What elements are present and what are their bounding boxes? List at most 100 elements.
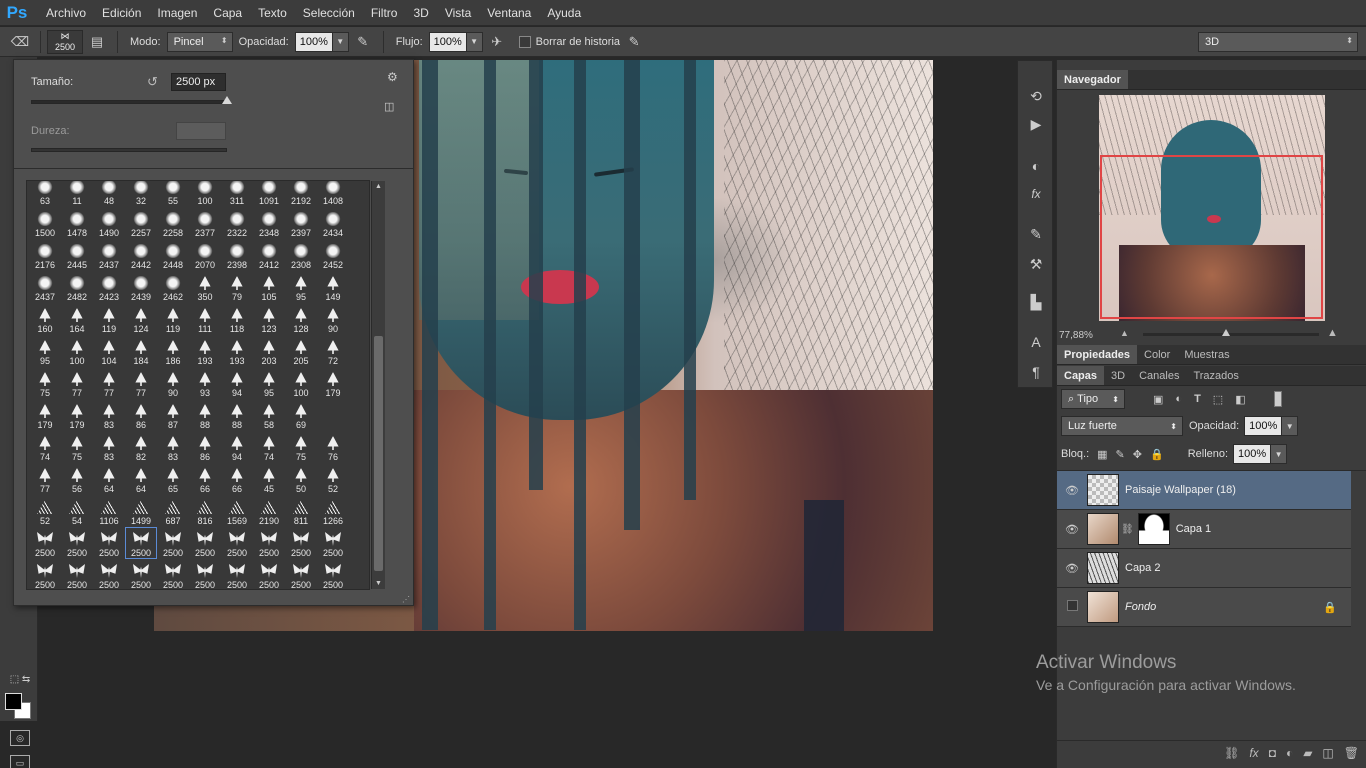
brush-preset[interactable]: 2500 xyxy=(317,527,349,559)
brush-preset[interactable]: 90 xyxy=(157,367,189,399)
menu-edicion[interactable]: Edición xyxy=(94,0,149,26)
filter-shape-icon[interactable]: ⬚ xyxy=(1213,393,1223,406)
brush-preset[interactable]: 2452 xyxy=(317,239,349,271)
brush-preset[interactable]: 74 xyxy=(29,431,61,463)
brush-preset[interactable]: 88 xyxy=(189,399,221,431)
brush-preset[interactable]: 2500 xyxy=(93,527,125,559)
new-preset-icon[interactable]: ◫ xyxy=(384,100,394,113)
brush-preset[interactable]: 687 xyxy=(157,495,189,527)
brush-preset[interactable]: 86 xyxy=(125,399,157,431)
brush-preset[interactable]: 2434 xyxy=(317,207,349,239)
brush-preset[interactable]: 104 xyxy=(93,335,125,367)
brush-preset[interactable]: 95 xyxy=(253,367,285,399)
brush-preset[interactable]: 1106 xyxy=(93,495,125,527)
brush-preset[interactable]: 2500 xyxy=(93,559,125,589)
zoom-slider-thumb[interactable] xyxy=(1222,329,1230,336)
brush-preset[interactable]: 2500 xyxy=(125,559,157,589)
brush-preset[interactable]: 2437 xyxy=(93,239,125,271)
brush-preset[interactable]: 100 xyxy=(61,335,93,367)
brush-preset[interactable]: 56 xyxy=(61,463,93,495)
brush-preset[interactable]: 2500 xyxy=(285,559,317,589)
brush-preset[interactable]: 2500 xyxy=(189,559,221,589)
brush-preset[interactable]: 77 xyxy=(29,463,61,495)
navigator-preview[interactable] xyxy=(1099,95,1325,321)
swap-colors-icon[interactable]: ⬚ ⇆ xyxy=(6,671,34,687)
brush-preset[interactable]: 82 xyxy=(125,431,157,463)
actions-play-icon[interactable]: ▶ xyxy=(1026,115,1046,133)
brush-preset[interactable]: 193 xyxy=(221,335,253,367)
brush-preset[interactable]: 100 xyxy=(189,181,221,207)
brush-preset[interactable]: 2439 xyxy=(125,271,157,303)
brush-preset[interactable]: 2500 xyxy=(221,527,253,559)
brush-preset[interactable]: 2190 xyxy=(253,495,285,527)
brush-preset[interactable]: 2462 xyxy=(157,271,189,303)
brush-preset[interactable]: 160 xyxy=(29,303,61,335)
brush-preset[interactable]: 2348 xyxy=(253,207,285,239)
eraser-tool-icon[interactable]: ⌫ xyxy=(9,31,31,53)
brush-preset[interactable]: 75 xyxy=(29,367,61,399)
brush-preset[interactable]: 1569 xyxy=(221,495,253,527)
resize-grip-icon[interactable]: ⋰ xyxy=(402,595,410,604)
paragraph-icon[interactable]: ¶ xyxy=(1026,363,1046,381)
brush-preset[interactable]: 2500 xyxy=(317,559,349,589)
scrollbar-thumb[interactable] xyxy=(374,336,383,571)
brush-preset[interactable]: 93 xyxy=(189,367,221,399)
workspace-select[interactable]: 3D ⬍ xyxy=(1198,32,1358,52)
filter-smart-object-icon[interactable]: ◧ xyxy=(1235,393,1245,406)
layer-name[interactable]: Capa 1 xyxy=(1176,523,1211,535)
brush-preset[interactable]: 105 xyxy=(253,271,285,303)
brush-preset[interactable]: 2500 xyxy=(29,559,61,589)
brush-preset[interactable]: 1490 xyxy=(93,207,125,239)
brush-preset[interactable]: 2258 xyxy=(157,207,189,239)
character-icon[interactable]: A xyxy=(1026,333,1046,351)
brush-preset[interactable]: 119 xyxy=(93,303,125,335)
menu-vista[interactable]: Vista xyxy=(437,0,479,26)
brush-preset[interactable]: 63 xyxy=(29,181,61,207)
brush-preset[interactable]: 77 xyxy=(93,367,125,399)
brush-preset[interactable]: 52 xyxy=(317,463,349,495)
styles-fx-icon[interactable]: fx xyxy=(1026,185,1046,203)
brush-preset[interactable]: 94 xyxy=(221,431,253,463)
brush-preset[interactable]: 2398 xyxy=(221,239,253,271)
brush-preset[interactable]: 65 xyxy=(157,463,189,495)
brush-preset[interactable]: 1091 xyxy=(253,181,285,207)
visibility-eye-icon[interactable]: 👁 xyxy=(1057,484,1087,497)
brush-preset[interactable]: 2437 xyxy=(29,271,61,303)
brush-preset[interactable]: 66 xyxy=(189,463,221,495)
airbrush-icon[interactable]: ✈ xyxy=(486,31,508,53)
brush-preset[interactable]: 1478 xyxy=(61,207,93,239)
navigator-zoom-slider[interactable] xyxy=(1143,329,1319,336)
flow-dropdown-icon[interactable]: ▼ xyxy=(466,31,483,52)
zoom-out-icon[interactable]: ▲ xyxy=(1120,328,1129,338)
brush-preset[interactable]: 48 xyxy=(93,181,125,207)
brush-preset[interactable]: 54 xyxy=(61,495,93,527)
erase-history-checkbox[interactable] xyxy=(518,35,531,48)
brush-preset[interactable]: 2423 xyxy=(93,271,125,303)
lock-image-icon[interactable]: ✎ xyxy=(1116,448,1125,461)
brush-preset[interactable]: 2192 xyxy=(285,181,317,207)
brush-preset[interactable]: 2500 xyxy=(157,527,189,559)
brush-preset[interactable]: 75 xyxy=(61,431,93,463)
brush-preset[interactable]: 186 xyxy=(157,335,189,367)
flow-input[interactable]: 100% xyxy=(428,31,467,52)
layer-name[interactable]: Paisaje Wallpaper (18) xyxy=(1125,484,1236,496)
brush-preset[interactable]: 124 xyxy=(125,303,157,335)
menu-ayuda[interactable]: Ayuda xyxy=(539,0,589,26)
brush-preset[interactable]: 2412 xyxy=(253,239,285,271)
layer-mask-thumbnail[interactable] xyxy=(1137,513,1170,545)
menu-filtro[interactable]: Filtro xyxy=(363,0,406,26)
brush-preset[interactable]: 2377 xyxy=(189,207,221,239)
brush-preset[interactable]: 74 xyxy=(253,431,285,463)
brush-preset[interactable]: 816 xyxy=(189,495,221,527)
blend-mode-select[interactable]: Luz fuerte ⬍ xyxy=(1061,416,1183,436)
tab-swatches[interactable]: Muestras xyxy=(1177,345,1236,364)
brush-preset[interactable]: 64 xyxy=(93,463,125,495)
brush-preset[interactable]: 52 xyxy=(29,495,61,527)
brush-preset[interactable]: 64 xyxy=(125,463,157,495)
brush-preset[interactable]: 95 xyxy=(285,271,317,303)
scroll-up-icon[interactable]: ▲ xyxy=(375,183,382,190)
brush-preset[interactable]: 83 xyxy=(93,399,125,431)
tab-navigator[interactable]: Navegador xyxy=(1057,70,1128,89)
brush-preset[interactable]: 32 xyxy=(125,181,157,207)
brush-preset[interactable]: 2442 xyxy=(125,239,157,271)
